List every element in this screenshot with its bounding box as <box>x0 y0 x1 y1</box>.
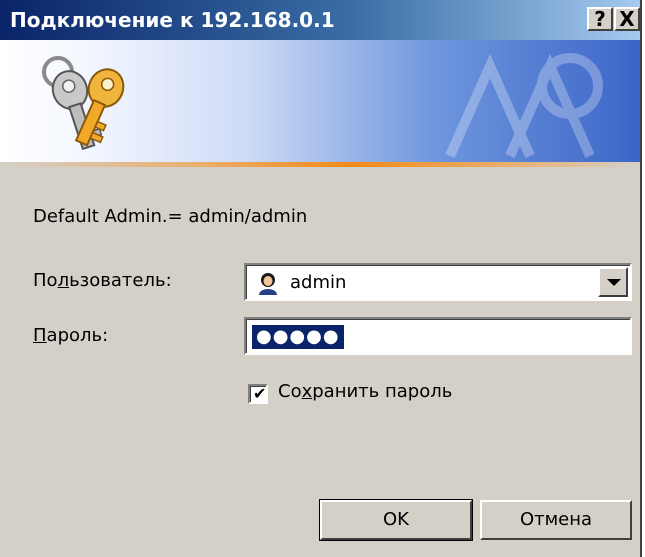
info-text: Default Admin.= admin/admin <box>33 206 308 227</box>
ok-button[interactable]: OK <box>319 499 473 541</box>
password-label: Пароль: <box>33 325 109 346</box>
title-bar[interactable]: Подключение к 192.168.0.1 ? X <box>0 0 640 40</box>
password-masked-value: ●●●●● <box>252 325 344 349</box>
username-label: Пользователь: <box>33 270 172 291</box>
username-value: admin <box>290 272 347 293</box>
login-dialog: Подключение к 192.168.0.1 ? X Default Ad… <box>0 0 642 557</box>
close-button[interactable]: X <box>614 7 640 31</box>
cancel-button[interactable]: Отмена <box>480 500 632 540</box>
keys-icon <box>42 56 125 151</box>
user-icon <box>259 273 277 295</box>
help-button[interactable]: ? <box>587 7 613 31</box>
banner <box>0 40 640 162</box>
save-password-label[interactable]: Сохранить пароль <box>278 381 452 402</box>
network-watermark-icon <box>445 53 603 159</box>
checkmark-icon: ✔ <box>253 384 267 403</box>
chevron-down-icon[interactable] <box>598 267 628 297</box>
password-field[interactable]: ●●●●● <box>244 317 632 355</box>
save-password-checkbox[interactable]: ✔ <box>248 384 268 404</box>
window-title: Подключение к 192.168.0.1 <box>10 8 335 32</box>
banner-accent-line <box>0 162 640 167</box>
username-combobox[interactable]: admin <box>244 263 632 301</box>
